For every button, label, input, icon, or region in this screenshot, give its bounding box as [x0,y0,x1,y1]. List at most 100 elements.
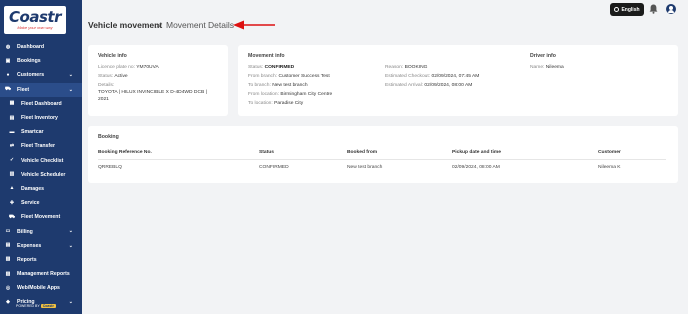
logo-text: Coastr [9,8,61,26]
from-location-label: From location: [248,92,279,97]
powered-by-prefix: POWERED BY [16,304,40,308]
driver-name-value: Nileema [545,65,564,70]
vehicle-status-value: Active [114,74,128,79]
booking-reference-cell[interactable]: QRREBLQ [98,165,122,170]
vehicle-status-field: Status: Active [98,74,128,79]
sidebar-item-dashboard[interactable]: ◍ Dashboard [0,40,82,54]
vehicle-details-value-1: TOYOTA | HILUX INVINCIBLE X D-4D4WD DCB … [98,90,207,95]
coastr-logo[interactable]: Coastr Make your own way [4,6,66,34]
chevron-down-icon[interactable]: ⌄ [69,243,73,249]
sidebar-item-bookings[interactable]: ▣ Bookings [0,54,82,68]
vehicle-details-label: Details: [98,83,114,88]
breadcrumb-separator: » [156,20,161,30]
estimated-checkout-label: Estimated Checkout: [385,74,431,79]
user-avatar-icon[interactable] [666,4,676,14]
sidebar-item-label: Expenses [17,242,42,249]
to-location-value: Paradise City [274,101,304,106]
sidebar-item-fleet-movement[interactable]: ⛟ Fleet Movement [0,210,82,224]
vehicle-info-title: Vehicle info [98,53,127,59]
sidebar-item-label: Fleet Movement [21,214,61,221]
sidebar-item-fleet[interactable]: ⛟ Fleet ⌄ [0,82,82,97]
sidebar-item-fleet-transfer[interactable]: ⇄ Fleet Transfer [0,139,82,153]
billing-icon: ▭ [5,228,11,235]
booking-card: Booking Booking Reference No. Status Boo… [88,126,678,183]
sidebar-item-label: Damages [21,185,45,192]
chevron-down-icon[interactable]: ⌄ [69,299,73,305]
management-reports-icon: ▨ [5,270,11,277]
column-header-reference: Booking Reference No. [98,150,152,155]
sidebar-item-label: Smartcar [21,129,44,136]
powered-by-brand: Coastr [40,304,56,308]
sidebar-item-label: Fleet [17,86,30,93]
sidebar-item-web-mobile-apps[interactable]: ◎ Web/Mobile Apps [0,281,82,295]
sidebar-item-damages[interactable]: ▲ Damages [0,182,82,196]
service-icon: ✚ [9,199,15,206]
sidebar-item-label: Reports [17,256,37,263]
from-branch-label: From branch: [248,74,278,79]
vehicle-status-label: Status: [98,74,114,79]
column-header-booked-from: Booked from [347,150,378,155]
sidebar-item-label: Web/Mobile Apps [17,285,60,292]
pricing-icon: ◆ [6,298,10,305]
breadcrumb-current: Movement Details [166,20,235,30]
from-branch-field: From branch: Customer Success Test [248,74,330,79]
sidebar-item-label: Fleet Transfer [21,143,56,150]
licence-plate-label: Licence plate no: [98,65,135,70]
reason-label: Reason: [385,65,404,70]
sidebar-item-label: Bookings [17,58,41,65]
movement-info-card: Movement info Status: CONFIRMED From bra… [238,45,678,116]
reason-value: BOOKING [404,65,428,70]
column-header-customer: Customer [598,150,621,155]
movement-status-label: Status: [248,65,264,70]
sidebar-item-smartcar[interactable]: ▬ Smartcar [0,125,82,139]
smartcar-icon: ▬ [9,128,15,135]
sidebar-item-label: Vehicle Scheduler [21,171,66,178]
driver-info-title: Driver info [530,53,556,59]
sidebar-item-reports[interactable]: ▧ Reports [0,253,82,267]
sidebar-item-service[interactable]: ✚ Service [0,196,82,210]
sidebar: Coastr Make your own way ◍ Dashboard ▣ Book… [0,0,82,314]
chevron-down-icon[interactable]: ⌄ [69,228,73,234]
sidebar-item-vehicle-checklist[interactable]: ✓ Vehicle Checklist [0,154,82,168]
chevron-down-icon[interactable]: ⌄ [69,72,73,78]
sidebar-item-management-reports[interactable]: ▨ Management Reports [0,267,82,281]
vehicle-details-value-2: 2021 [98,97,109,102]
from-location-field: From location: Birmingham City Centre [248,92,332,97]
fleet-transfer-icon: ⇄ [9,142,15,149]
bell-icon[interactable] [649,4,658,14]
vehicle-details-line1: TOYOTA | HILUX INVINCIBLE X D-4D4WD DCB … [98,90,207,95]
from-branch-value: Customer Success Test [278,74,330,79]
fleet-movement-icon: ⛟ [8,213,16,220]
reason-field: Reason: BOOKING [385,65,427,70]
licence-plate-value: YM70UVA [136,65,159,70]
customer-cell: Nileema K [598,165,621,170]
language-button[interactable]: English [610,3,644,16]
sidebar-item-fleet-inventory[interactable]: ▤ Fleet Inventory [0,111,82,125]
sidebar-item-label: Management Reports [17,271,70,278]
sidebar-item-expenses[interactable]: ▤ Expenses ⌄ [0,239,82,253]
pickup-datetime-cell: 02/09/2024, 08:00 AM [452,165,500,170]
chevron-down-icon[interactable]: ⌄ [69,87,73,93]
driver-name-label: Name: [530,65,545,70]
sidebar-item-label: Billing [17,228,33,235]
customers-icon: ● [6,71,10,78]
sidebar-item-vehicle-scheduler[interactable]: ▥ Vehicle Scheduler [0,168,82,182]
booking-status-cell: CONFIRMED [259,165,289,170]
to-branch-label: To branch: [248,83,271,88]
vehicle-checklist-icon: ✓ [9,157,15,164]
to-location-field: To location: Paradise City [248,101,303,106]
page-title[interactable]: Vehicle movement [88,20,162,30]
sidebar-item-fleet-dashboard[interactable]: ▦ Fleet Dashboard [0,97,82,111]
language-label: English [621,6,640,13]
globe-icon [614,7,620,12]
sidebar-item-label: Fleet Inventory [21,115,58,122]
sidebar-item-customers[interactable]: ● Customers ⌄ [0,68,82,82]
to-branch-value: New test branch [272,83,308,88]
vehicle-scheduler-icon: ▥ [9,171,15,178]
sidebar-nav: ◍ Dashboard ▣ Bookings ● Customers ⌄ ⛟ Fleet ⌄ ▦ Fl… [0,40,82,310]
fleet-icon: ⛟ [4,86,12,93]
estimated-arrival-field: Estimated Arrival: 02/09/2024, 08:00 AM [385,83,472,88]
booked-from-cell: New test branch [347,165,383,170]
column-header-pickup: Pickup date and time [452,150,501,155]
sidebar-item-billing[interactable]: ▭ Billing ⌄ [0,224,82,238]
